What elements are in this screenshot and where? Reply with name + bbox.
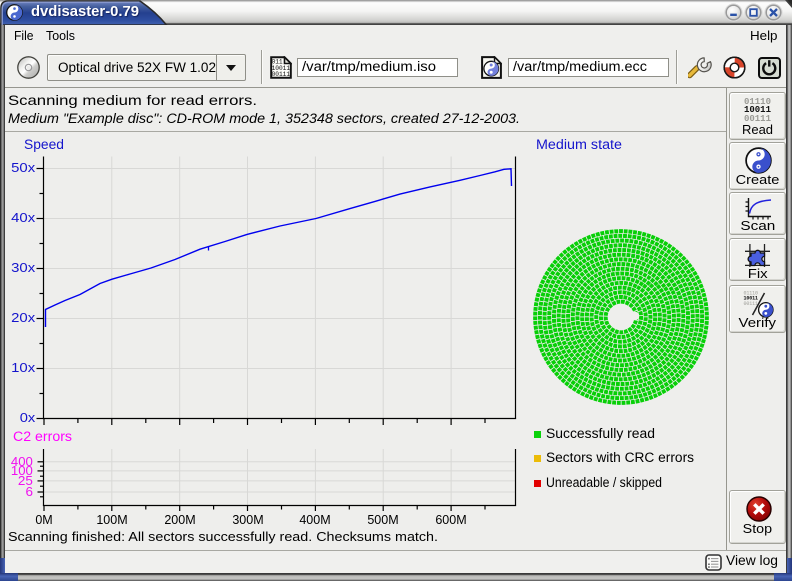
svg-text:00111: 00111 (744, 301, 759, 307)
